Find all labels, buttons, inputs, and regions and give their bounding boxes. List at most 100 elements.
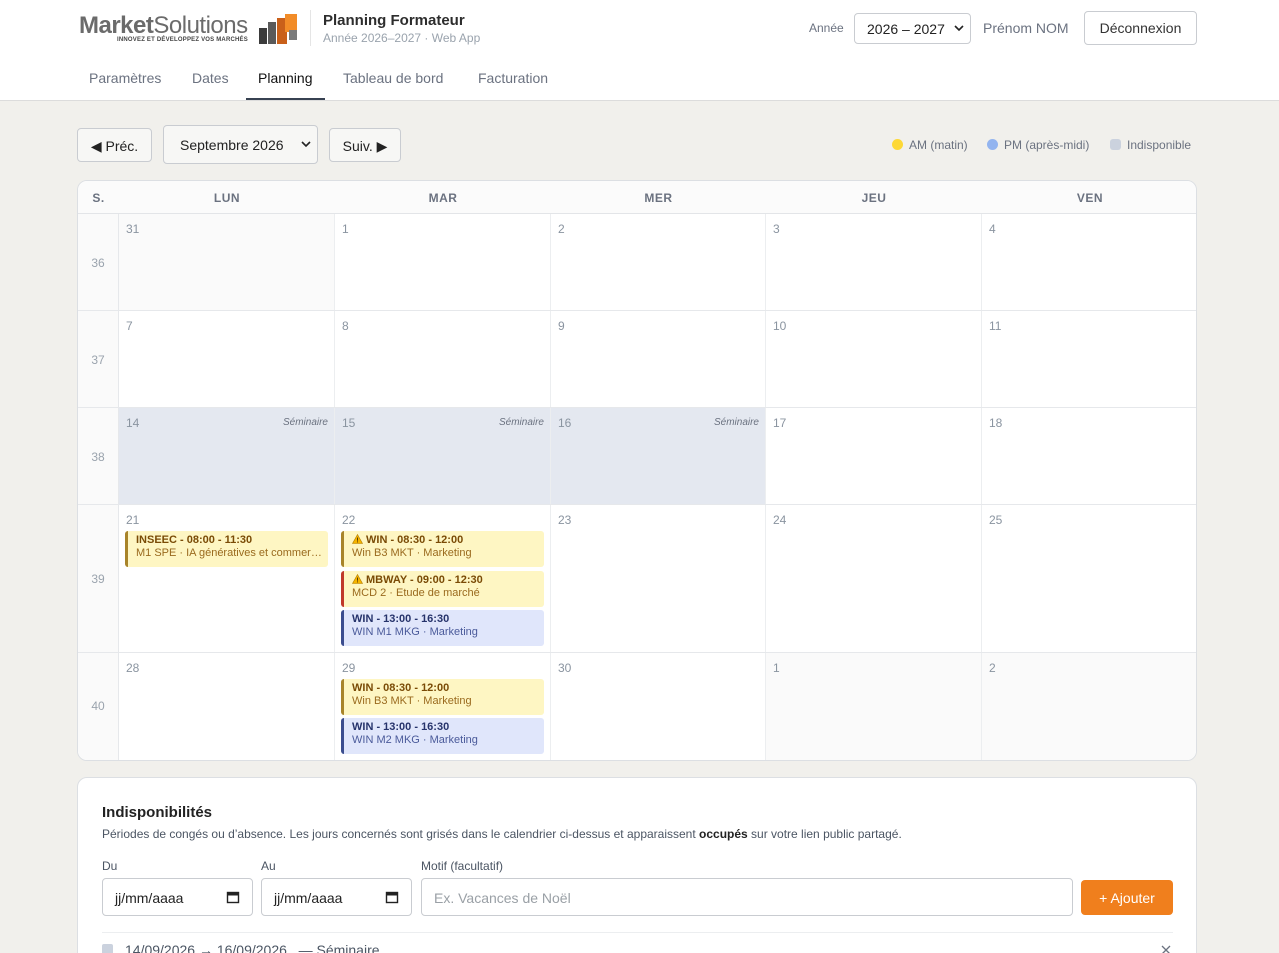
tab-facturation[interactable]: Facturation: [478, 58, 548, 100]
tab-dates[interactable]: Dates: [192, 58, 229, 100]
day-number: 11: [989, 319, 1002, 333]
day-number: 17: [773, 416, 787, 430]
from-date-input[interactable]: jj/mm/aaaa: [102, 878, 253, 916]
week-number: 39: [78, 505, 119, 652]
event-title: WIN - 13:00 - 16:30: [352, 613, 450, 625]
unavailability-panel: Indisponibilités Périodes de congés ou d…: [77, 777, 1197, 953]
chevron-down-icon: [954, 25, 964, 32]
warning-icon: [352, 574, 363, 584]
event-am-warning[interactable]: WIN - 08:30 - 12:00 Win B3 MKT · Marketi…: [341, 531, 544, 567]
day-cell[interactable]: 17: [766, 408, 982, 504]
panel-title: Indisponibilités: [102, 804, 213, 821]
day-number: 8: [342, 319, 349, 333]
week-row: 39 21 INSEEC - 08:00 - 11:30 M1 SPE · IA…: [78, 505, 1196, 653]
day-cell[interactable]: 30: [551, 653, 766, 760]
day-number: 30: [558, 661, 572, 675]
day-cell-unavailable[interactable]: 14 Séminaire: [119, 408, 335, 504]
calendar-icon[interactable]: [226, 890, 240, 904]
day-unavailable-tag: Séminaire: [498, 417, 544, 428]
logo-cubes-icon: [259, 14, 297, 44]
day-number: 9: [558, 319, 565, 333]
week-number: 37: [78, 311, 119, 407]
day-number: 29: [342, 661, 356, 675]
day-number: 14: [126, 416, 140, 430]
legend-unavailable: Indisponible: [1110, 138, 1191, 152]
day-number: 25: [989, 513, 1003, 527]
calendar-icon[interactable]: [385, 890, 399, 904]
legend-am: AM (matin): [892, 138, 968, 152]
day-cell[interactable]: 2: [982, 653, 1196, 760]
event-am[interactable]: INSEEC - 08:00 - 11:30 M1 SPE · IA génér…: [125, 531, 328, 567]
prev-month-button[interactable]: ◀ Préc.: [77, 128, 152, 162]
day-unavailable-tag: Séminaire: [713, 417, 759, 428]
unavailability-entry: 14/09/2026 → 16/09/2026 — Séminaire: [102, 942, 380, 953]
logout-button[interactable]: Déconnexion: [1084, 11, 1197, 45]
day-cell[interactable]: 8: [335, 311, 551, 407]
day-cell[interactable]: 3: [766, 214, 982, 310]
tab-planning[interactable]: Planning: [246, 58, 325, 100]
day-cell[interactable]: 24: [766, 505, 982, 652]
day-cell[interactable]: 18: [982, 408, 1196, 504]
user-name: Prénom NOM: [983, 20, 1069, 36]
day-number: 28: [126, 661, 140, 675]
market-solutions-logo[interactable]: MarketSolutions INNOVEZ ET DÉVELOPPEZ VO…: [79, 12, 299, 46]
day-number: 22: [342, 513, 356, 527]
day-unavailable-tag: Séminaire: [282, 417, 328, 428]
entry-reason: — Séminaire: [298, 942, 380, 953]
warning-icon: [352, 534, 363, 544]
day-cell-unavailable[interactable]: 15 Séminaire: [335, 408, 551, 504]
day-cell[interactable]: 11: [982, 311, 1196, 407]
day-number: 21: [126, 513, 140, 527]
day-cell[interactable]: 21 INSEEC - 08:00 - 11:30 M1 SPE · IA gé…: [119, 505, 335, 652]
reason-input[interactable]: Ex. Vacances de Noël: [421, 878, 1073, 916]
tab-tableau-de-bord[interactable]: Tableau de bord: [343, 58, 443, 100]
month-select[interactable]: Septembre 2026: [163, 125, 318, 164]
day-cell[interactable]: 1: [766, 653, 982, 760]
day-cell[interactable]: 1: [335, 214, 551, 310]
day-cell[interactable]: 22 WIN - 08:30 - 12:00 Win B3 MKT · Mark…: [335, 505, 551, 652]
entry-range: 14/09/2026 → 16/09/2026: [125, 942, 287, 953]
event-subtitle: Win B3 MKT · Marketing: [352, 547, 472, 559]
day-cell[interactable]: 31: [119, 214, 335, 310]
header-divider: [310, 10, 311, 46]
event-am-conflict[interactable]: MBWAY - 09:00 - 12:30 MCD 2 · Etude de m…: [341, 571, 544, 607]
day-number: 16: [558, 416, 572, 430]
day-cell[interactable]: 9: [551, 311, 766, 407]
add-unavailability-button[interactable]: + Ajouter: [1081, 880, 1173, 915]
from-label: Du: [102, 859, 118, 873]
calendar-header-row: S. LUN MAR MER JEU VEN: [78, 181, 1196, 214]
header-week: S.: [92, 191, 105, 205]
week-number: 38: [78, 408, 119, 504]
tab-parametres[interactable]: Paramètres: [89, 58, 161, 100]
app-title: Planning Formateur: [323, 12, 465, 29]
chevron-down-icon: [301, 141, 311, 148]
pm-dot-icon: [987, 139, 998, 150]
am-dot-icon: [892, 139, 903, 150]
day-number: 4: [989, 222, 996, 236]
event-pm[interactable]: WIN - 13:00 - 16:30 WIN M1 MKG · Marketi…: [341, 610, 544, 646]
day-cell[interactable]: 7: [119, 311, 335, 407]
year-select[interactable]: 2026 – 2027: [854, 13, 971, 44]
day-number: 1: [342, 222, 349, 236]
next-month-button[interactable]: Suiv. ▶: [329, 128, 401, 162]
event-pm[interactable]: WIN - 13:00 - 16:30 WIN M2 MKG · Marketi…: [341, 718, 544, 754]
app-header: MarketSolutions INNOVEZ ET DÉVELOPPEZ VO…: [0, 0, 1279, 101]
day-cell[interactable]: 29 WIN - 08:30 - 12:00 Win B3 MKT · Mark…: [335, 653, 551, 760]
close-icon[interactable]: [1160, 944, 1172, 953]
event-am[interactable]: WIN - 08:30 - 12:00 Win B3 MKT · Marketi…: [341, 679, 544, 715]
day-number: 7: [126, 319, 133, 333]
day-cell[interactable]: 25: [982, 505, 1196, 652]
day-cell[interactable]: 10: [766, 311, 982, 407]
panel-description: Périodes de congés ou d’absence. Les jou…: [102, 827, 902, 841]
day-cell[interactable]: 4: [982, 214, 1196, 310]
day-cell[interactable]: 28: [119, 653, 335, 760]
week-number: 36: [78, 214, 119, 310]
day-cell-unavailable[interactable]: 16 Séminaire: [551, 408, 766, 504]
year-label: Année: [809, 21, 844, 35]
header-jeu: JEU: [861, 191, 887, 205]
to-date-input[interactable]: jj/mm/aaaa: [261, 878, 412, 916]
day-cell[interactable]: 2: [551, 214, 766, 310]
unavailable-square-icon: [102, 944, 113, 953]
event-subtitle: M1 SPE · IA génératives et commerce: [136, 547, 323, 559]
day-cell[interactable]: 23: [551, 505, 766, 652]
